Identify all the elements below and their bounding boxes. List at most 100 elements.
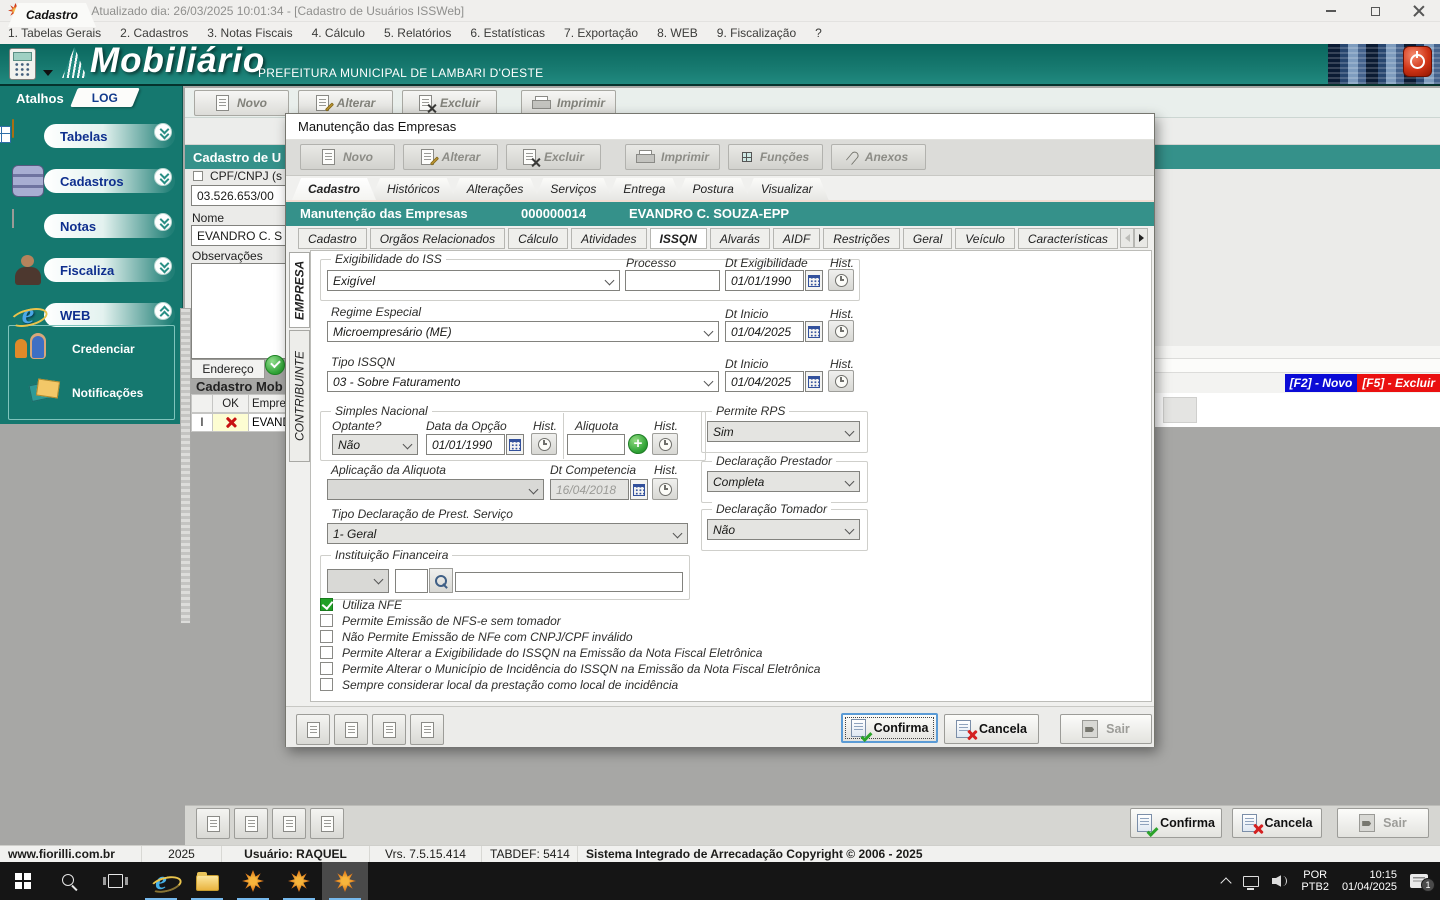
checkbox[interactable]: [320, 646, 333, 659]
record-last-button[interactable]: [310, 808, 344, 839]
historico-button[interactable]: [652, 478, 678, 500]
sair-button-bg[interactable]: Sair: [1337, 808, 1429, 838]
checkbox[interactable]: [320, 630, 333, 643]
instituicao-nome-input[interactable]: [455, 572, 683, 592]
inner-tab[interactable]: AIDF: [772, 228, 821, 249]
checkbox[interactable]: [320, 598, 333, 611]
historico-button[interactable]: [531, 433, 557, 455]
speaker-icon[interactable]: [1272, 874, 1288, 888]
inner-tab[interactable]: Veículo: [955, 228, 1015, 249]
checkbox[interactable]: [320, 662, 333, 675]
permite-rps-select[interactable]: Sim: [707, 421, 860, 442]
data-opcao-input[interactable]: 01/01/1990: [426, 434, 505, 455]
dialog-excluir-button[interactable]: Excluir: [506, 144, 601, 170]
menu-item[interactable]: 3. Notas Fiscais: [207, 26, 292, 40]
record-prev-button[interactable]: [334, 714, 368, 745]
dialog-imprimir-button[interactable]: Imprimir: [625, 144, 720, 170]
power-button[interactable]: [1403, 46, 1432, 77]
historico-button[interactable]: [828, 269, 854, 291]
calendar-button[interactable]: [805, 270, 823, 291]
checkbox[interactable]: [320, 678, 333, 691]
record-first-button[interactable]: [196, 808, 230, 839]
taskbar-app-2[interactable]: [276, 862, 322, 900]
record-first-button[interactable]: [296, 714, 330, 745]
historico-button[interactable]: [828, 370, 854, 392]
menu-item[interactable]: 2. Cadastros: [120, 26, 188, 40]
menu-item[interactable]: 6. Estatísticas: [470, 26, 545, 40]
record-last-button[interactable]: [410, 714, 444, 745]
side-tab-empresa[interactable]: EMPRESA: [289, 252, 310, 328]
cancela-button-bg[interactable]: Cancela: [1232, 808, 1322, 838]
outer-tab[interactable]: Postura: [676, 178, 749, 200]
panel-splitter[interactable]: [180, 308, 191, 624]
dialog-funcoes-button[interactable]: Funções: [728, 144, 823, 170]
record-next-button[interactable]: [272, 808, 306, 839]
network-icon[interactable]: [1243, 875, 1260, 890]
outer-tab[interactable]: Cadastro: [292, 178, 376, 200]
taskbar-search-button[interactable]: [46, 862, 92, 900]
instituicao-tipo-select[interactable]: [327, 569, 389, 593]
taskbar-ie[interactable]: e: [138, 862, 184, 900]
processo-input[interactable]: [625, 270, 720, 291]
dt-exigibilidade-input[interactable]: 01/01/1990: [725, 270, 804, 291]
inner-tab[interactable]: Restrições: [823, 228, 900, 249]
aplicacao-select[interactable]: [327, 479, 544, 500]
historico-button[interactable]: [652, 433, 678, 455]
menu-item[interactable]: 7. Exportação: [564, 26, 638, 40]
sidebar-item-cadastros[interactable]: Cadastros: [10, 165, 175, 199]
taskbar-app-1[interactable]: [230, 862, 276, 900]
taskbar-app-3-active[interactable]: [322, 862, 368, 900]
task-view-button[interactable]: [92, 862, 138, 900]
maximize-button[interactable]: [1354, 0, 1396, 22]
start-button[interactable]: [0, 862, 46, 900]
exigibilidade-select[interactable]: Exigível: [327, 270, 620, 291]
record-prev-button[interactable]: [234, 808, 268, 839]
novo-button[interactable]: Novo: [194, 90, 289, 116]
cancela-button[interactable]: Cancela: [944, 714, 1039, 744]
tab-scroll-right-button[interactable]: [1134, 228, 1148, 248]
sidebar-item-fiscaliza[interactable]: Fiscaliza: [10, 254, 175, 288]
outer-tab[interactable]: Alterações: [451, 178, 540, 200]
chevron-down-icon[interactable]: [154, 213, 172, 231]
calendar-button[interactable]: [805, 321, 823, 342]
regime-dt-input[interactable]: 01/04/2025: [725, 321, 804, 342]
close-button[interactable]: [1398, 0, 1440, 22]
calendar-button[interactable]: [805, 371, 823, 392]
instituicao-codigo-input[interactable]: [395, 569, 428, 593]
sidebar-item-tabelas[interactable]: Tabelas: [10, 119, 175, 154]
tipo-declaracao-select[interactable]: 1- Geral: [327, 523, 688, 544]
inner-tab[interactable]: Geral: [902, 228, 953, 249]
sair-button[interactable]: Sair: [1060, 714, 1152, 744]
regime-select[interactable]: Microempresário (ME): [327, 321, 719, 342]
menu-item[interactable]: 5. Relatórios: [384, 26, 451, 40]
tipo-issqn-select[interactable]: 03 - Sobre Faturamento: [327, 371, 719, 392]
chevron-down-icon[interactable]: [154, 257, 172, 275]
minimize-button[interactable]: [1310, 0, 1352, 22]
sidebar-item-credenciar[interactable]: Credenciar: [72, 342, 135, 356]
confirma-button-bg[interactable]: Confirma: [1130, 808, 1222, 838]
tab-atalhos[interactable]: Atalhos: [16, 91, 64, 106]
search-button[interactable]: [429, 568, 453, 593]
dialog-alterar-button[interactable]: Alterar: [403, 144, 498, 170]
dialog-anexos-button[interactable]: Anexos: [831, 144, 926, 170]
record-next-button[interactable]: [372, 714, 406, 745]
menu-item[interactable]: 8. WEB: [657, 26, 698, 40]
outer-tab[interactable]: Entrega: [607, 178, 681, 200]
tipo-issqn-dt-input[interactable]: 01/04/2025: [725, 371, 804, 392]
tab-cadastro-bg[interactable]: Cadastro: [8, 3, 96, 27]
declaracao-prestador-select[interactable]: Completa: [707, 471, 860, 492]
calendar-button[interactable]: [506, 434, 524, 455]
dialog-novo-button[interactable]: Novo: [300, 144, 395, 170]
outer-tab[interactable]: Serviços: [534, 178, 612, 200]
calendar-button[interactable]: [630, 479, 648, 500]
menu-item[interactable]: 1. Tabelas Gerais: [8, 26, 101, 40]
inner-tab[interactable]: Características: [1017, 228, 1118, 249]
inner-tab[interactable]: Atividades: [571, 228, 647, 249]
notification-icon[interactable]: 1: [1410, 874, 1435, 892]
declaracao-tomador-select[interactable]: Não: [707, 519, 860, 540]
menu-item[interactable]: ?: [815, 26, 822, 40]
language-indicator[interactable]: POR PTB2: [1301, 869, 1329, 893]
outer-tab[interactable]: Históricos: [371, 178, 456, 200]
confirma-button[interactable]: Confirma: [841, 713, 938, 743]
cpf-checkbox[interactable]: [193, 171, 203, 181]
